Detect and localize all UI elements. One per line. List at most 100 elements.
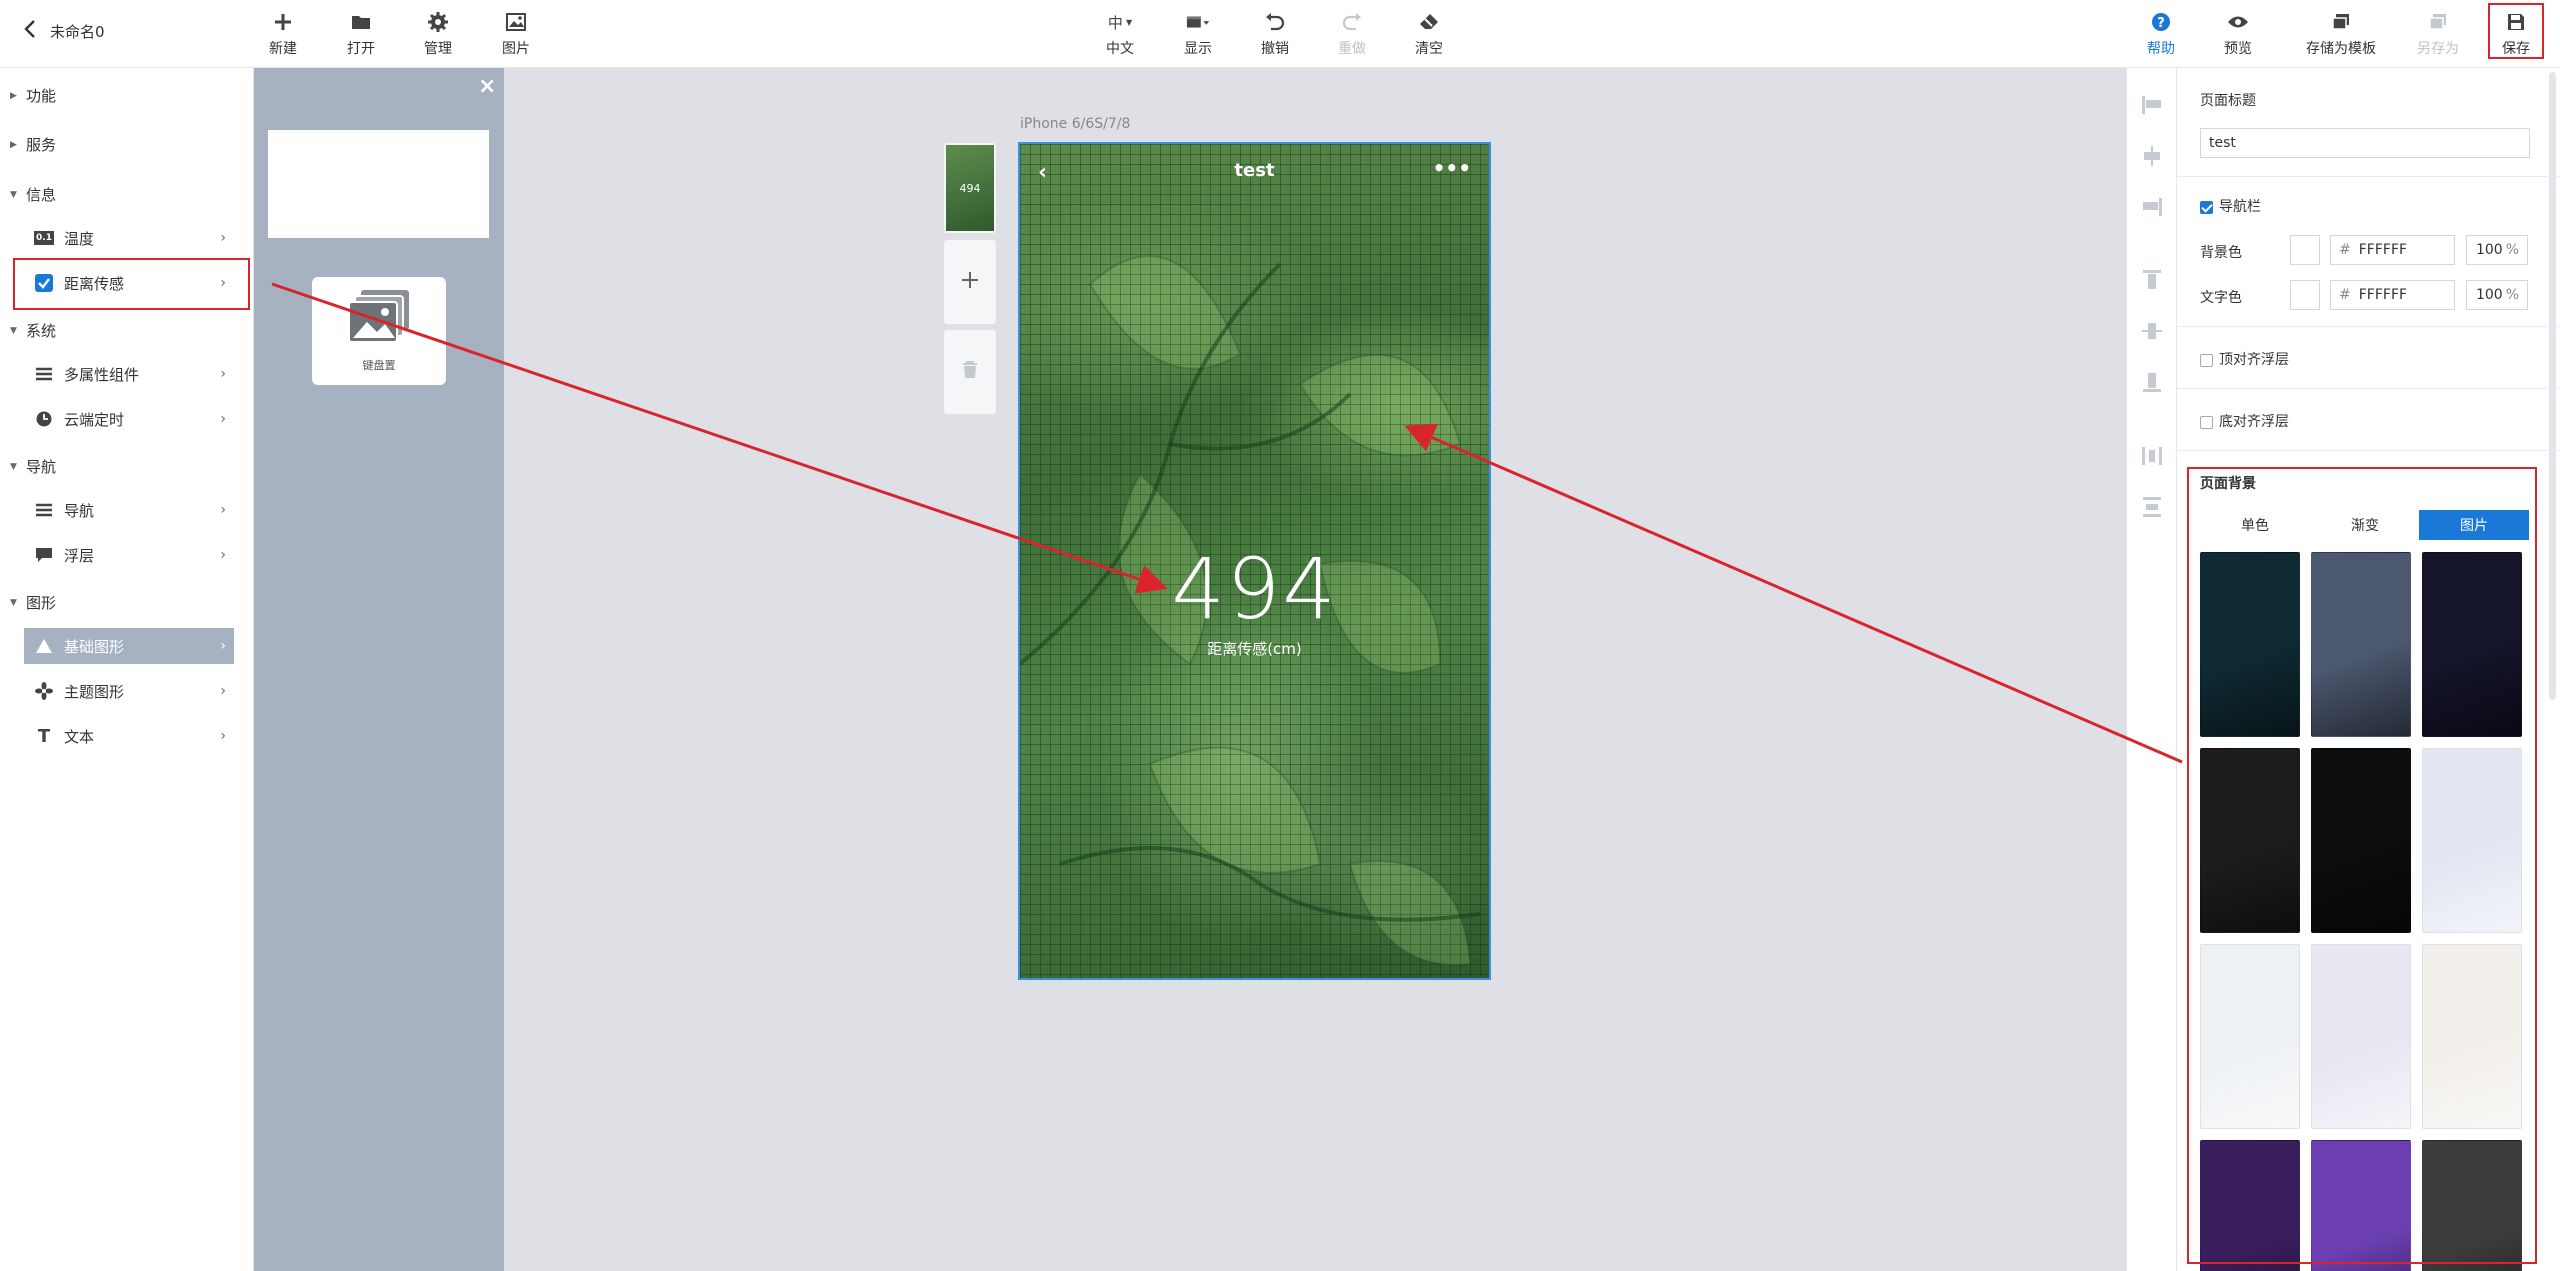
divider (2176, 388, 2560, 389)
save-as-template-label: 存储为模板 (2306, 41, 2376, 57)
save-as-button[interactable]: 另存为 (2408, 10, 2468, 58)
open-button[interactable]: 打开 (331, 10, 391, 58)
sidebar-item-temperature[interactable]: 0.1 温度 › (24, 220, 234, 256)
page-background-highlight-box (2187, 467, 2537, 1264)
trash-icon (962, 361, 978, 383)
align-top-icon[interactable] (2141, 269, 2163, 291)
top-float-toggle[interactable]: 顶对齐浮层 (2200, 349, 2289, 369)
page-thumbnail[interactable]: 494 (944, 143, 996, 233)
list-icon (34, 500, 54, 520)
triangle-icon (34, 636, 54, 656)
page-title-input[interactable]: test (2200, 128, 2530, 158)
section-navigation[interactable]: ▼ 导航 (10, 456, 56, 477)
bottom-float-toggle[interactable]: 底对齐浮层 (2200, 411, 2289, 431)
caret-right-icon: ▶ (10, 90, 17, 101)
sensor-value[interactable]: 494 (1020, 540, 1489, 638)
align-middle-v-icon[interactable] (2141, 320, 2163, 342)
align-toolbar (2126, 68, 2176, 1271)
close-icon[interactable]: × (478, 74, 496, 99)
section-service[interactable]: ▶ 服务 (10, 134, 56, 155)
sidebar-item-multi-attr[interactable]: 多属性组件 › (24, 356, 234, 392)
top-float-checkbox[interactable] (2200, 353, 2213, 367)
sidebar-item-basic-shapes[interactable]: 基础图形 › (24, 628, 234, 664)
page-title-label: 页面标题 (2200, 93, 2256, 109)
preview-card (268, 130, 489, 238)
item-label: 温度 (64, 229, 95, 248)
bottom-float-label: 底对齐浮层 (2219, 414, 2289, 430)
sidebar-item-float-layer[interactable]: 浮层 › (24, 537, 234, 573)
section-label: 导航 (26, 458, 57, 476)
sidebar-item-text[interactable]: T 文本 › (24, 718, 234, 754)
add-page-button[interactable] (944, 240, 996, 324)
new-button[interactable]: 新建 (253, 10, 313, 58)
text-color-hex: FFFFFF (2358, 287, 2408, 303)
help-icon: ? (2149, 10, 2173, 34)
align-left-icon[interactable] (2141, 94, 2163, 116)
bg-color-opacity-input[interactable]: 100% (2466, 235, 2528, 265)
percent-label: % (2505, 287, 2519, 303)
item-label: 主题图形 (64, 682, 125, 701)
align-right-icon[interactable] (2141, 196, 2163, 218)
text-color-hex-input[interactable]: # FFFFFF (2330, 280, 2455, 310)
undo-label: 撤销 (1261, 41, 1289, 57)
eraser-icon (1417, 10, 1441, 34)
manage-button[interactable]: 管理 (408, 10, 468, 58)
property-panel-scrollbar[interactable] (2549, 72, 2556, 700)
plus-icon (961, 271, 979, 293)
sidebar-item-cloud-timer[interactable]: 云端定时 › (24, 401, 234, 437)
sidebar-item-nav[interactable]: 导航 › (24, 492, 234, 528)
text-color-opacity-input[interactable]: 100% (2466, 280, 2528, 310)
more-icon[interactable]: ••• (1433, 156, 1471, 180)
phone-preview[interactable]: ‹ test ••• 494 距离传感(cm) (1018, 142, 1491, 980)
bg-color-hex: FFFFFF (2358, 242, 2408, 258)
section-system[interactable]: ▼ 系统 (10, 320, 56, 341)
new-label: 新建 (269, 41, 297, 57)
divider (2176, 176, 2560, 177)
bg-color-hex-input[interactable]: # FFFFFF (2330, 235, 2455, 265)
sidebar-item-theme-shapes[interactable]: 主题图形 › (24, 673, 234, 709)
navbar-toggle[interactable]: 导航栏 (2200, 196, 2261, 216)
section-info[interactable]: ▼ 信息 (10, 184, 56, 205)
manage-label: 管理 (424, 41, 452, 57)
preview-button[interactable]: 预览 (2208, 10, 2268, 58)
section-graphics[interactable]: ▼ 图形 (10, 592, 56, 613)
redo-button[interactable]: 重做 (1322, 10, 1382, 58)
document-name[interactable]: 未命名0 (50, 21, 105, 42)
flower-icon (34, 681, 54, 701)
display-icon (1186, 10, 1210, 34)
undo-button[interactable]: 撤销 (1245, 10, 1305, 58)
device-label: iPhone 6/6S/7/8 (1020, 116, 1131, 132)
top-toolbar: 未命名0 新建 打开 管理 图片 中▼ 中文 显示 撤销 重做 清空 ? 帮助 (0, 0, 2560, 68)
help-button[interactable]: ? 帮助 (2131, 10, 2191, 58)
text-icon: T (37, 725, 51, 747)
text-color-swatch[interactable] (2290, 280, 2320, 310)
item-label: 浮层 (64, 546, 95, 565)
align-center-h-icon[interactable] (2141, 145, 2163, 167)
section-label: 系统 (26, 322, 57, 340)
delete-page-button[interactable] (944, 330, 996, 414)
align-bottom-icon[interactable] (2141, 371, 2163, 393)
save-as-template-button[interactable]: 存储为模板 (2303, 10, 2379, 58)
nav-title: test (1234, 160, 1275, 181)
gear-icon (426, 10, 450, 34)
section-function[interactable]: ▶ 功能 (10, 85, 56, 106)
distribute-v-icon[interactable] (2141, 496, 2163, 518)
divider (2176, 326, 2560, 327)
bg-color-swatch[interactable] (2290, 235, 2320, 265)
display-button[interactable]: 显示 (1168, 10, 1228, 58)
distribute-h-icon[interactable] (2141, 445, 2163, 467)
language-button[interactable]: 中 ▼ 中文 (1090, 10, 1150, 58)
image-label: 图片 (502, 41, 530, 57)
navbar-checkbox[interactable] (2200, 200, 2213, 214)
help-label: 帮助 (2147, 41, 2175, 57)
plus-icon (271, 10, 295, 34)
clear-button[interactable]: 清空 (1399, 10, 1459, 58)
component-tile[interactable]: 键盘置 (312, 277, 446, 385)
bg-color-opacity: 100 (2475, 242, 2503, 258)
display-label: 显示 (1184, 41, 1212, 57)
caret-down-icon: ▼ (10, 461, 17, 472)
item-label: 多属性组件 (64, 365, 140, 384)
bottom-float-checkbox[interactable] (2200, 415, 2213, 429)
back-arrow-icon[interactable] (24, 20, 36, 42)
image-button[interactable]: 图片 (486, 10, 546, 58)
